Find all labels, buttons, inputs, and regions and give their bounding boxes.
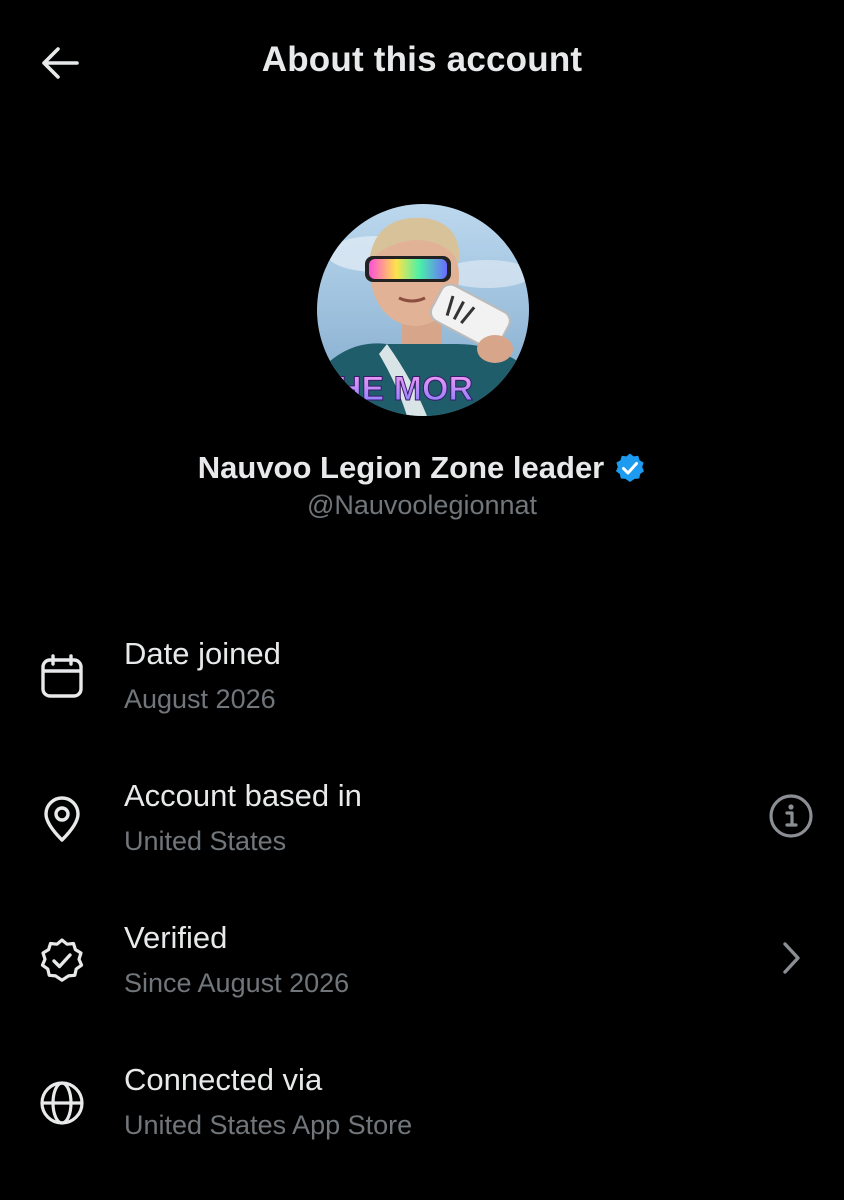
date-joined-row: Date joined August 2026 [0, 630, 844, 740]
avatar[interactable]: HE MOR [317, 204, 529, 416]
account-based-in-row: Account based in United States [0, 772, 844, 882]
row-value: August 2026 [124, 684, 276, 714]
handle: @Nauvoolegionnat [306, 490, 538, 520]
chevron-right-icon [776, 938, 806, 983]
calendar-icon [36, 651, 88, 703]
page-title: About this account [261, 40, 583, 79]
display-name: Nauvoo Legion Zone leader [197, 450, 605, 485]
verified-badge-outline-icon [36, 935, 88, 987]
location-pin-icon [36, 793, 88, 845]
row-title: Account based in [124, 778, 362, 813]
row-value: United States [124, 826, 287, 856]
top-bar: About this account [0, 0, 844, 130]
avatar-text: HE MOR [337, 370, 473, 408]
connected-via-row: Connected via United States App Store [0, 1056, 844, 1166]
info-button[interactable] [766, 793, 816, 843]
row-value: Since August 2026 [124, 968, 350, 998]
verified-badge-icon [614, 452, 646, 484]
row-value: United States App Store [124, 1110, 413, 1140]
row-title: Date joined [124, 636, 281, 671]
display-name-row: Nauvoo Legion Zone leader [0, 450, 844, 486]
chevron-right-button[interactable] [766, 935, 816, 985]
row-title: Verified [124, 920, 228, 955]
row-title: Connected via [124, 1062, 323, 1097]
globe-icon [36, 1077, 88, 1129]
info-icon [768, 793, 814, 844]
verified-row[interactable]: Verified Since August 2026 [0, 914, 844, 1024]
